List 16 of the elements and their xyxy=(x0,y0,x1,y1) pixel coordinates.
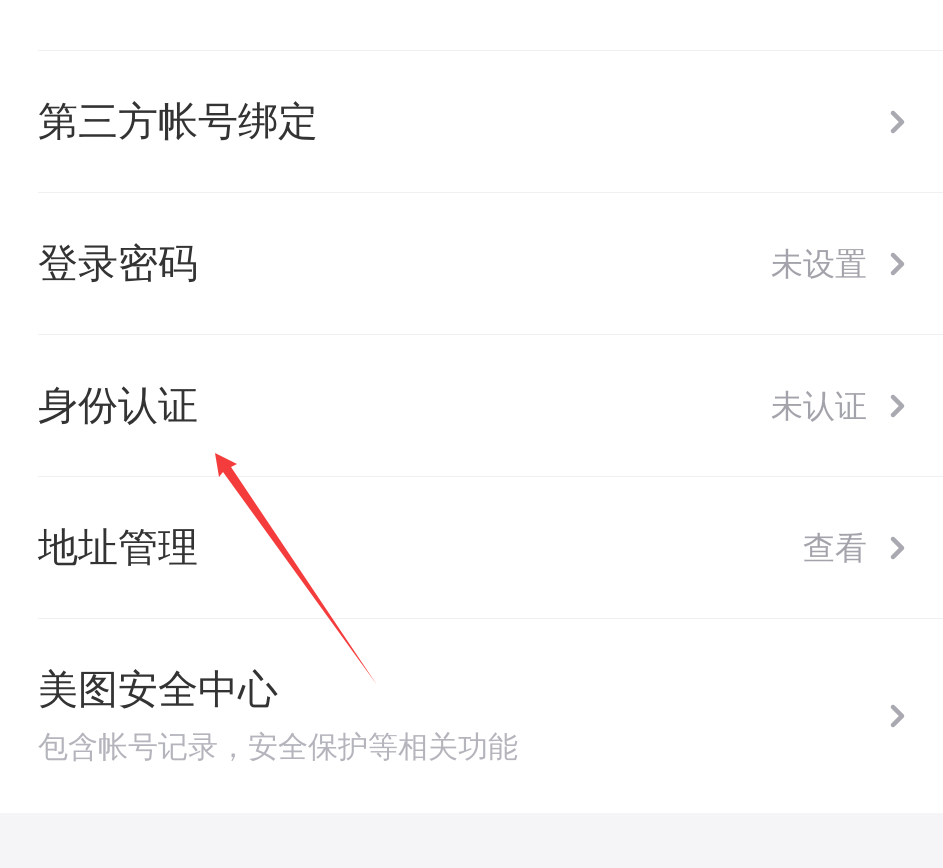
chevron-right-icon xyxy=(889,250,907,276)
setting-title: 登录密码 xyxy=(38,240,199,288)
chevron-right-icon xyxy=(889,703,907,729)
setting-status: 查看 xyxy=(803,528,867,568)
setting-title: 身份认证 xyxy=(38,382,199,430)
setting-status: 未设置 xyxy=(771,244,867,284)
setting-title: 第三方帐号绑定 xyxy=(38,98,319,146)
chevron-right-icon xyxy=(889,108,907,134)
chevron-right-icon xyxy=(889,534,907,560)
chevron-right-icon xyxy=(889,392,907,418)
setting-title: 美图安全中心 xyxy=(38,667,279,714)
setting-description: 包含帐号记录，安全保护等相关功能 xyxy=(38,730,519,766)
settings-row[interactable]: 第三方帐号绑定 xyxy=(38,50,943,192)
settings-row[interactable]: 登录密码 未设置 xyxy=(38,192,943,334)
setting-title: 地址管理 xyxy=(38,524,199,572)
setting-status: 未认证 xyxy=(771,386,867,426)
